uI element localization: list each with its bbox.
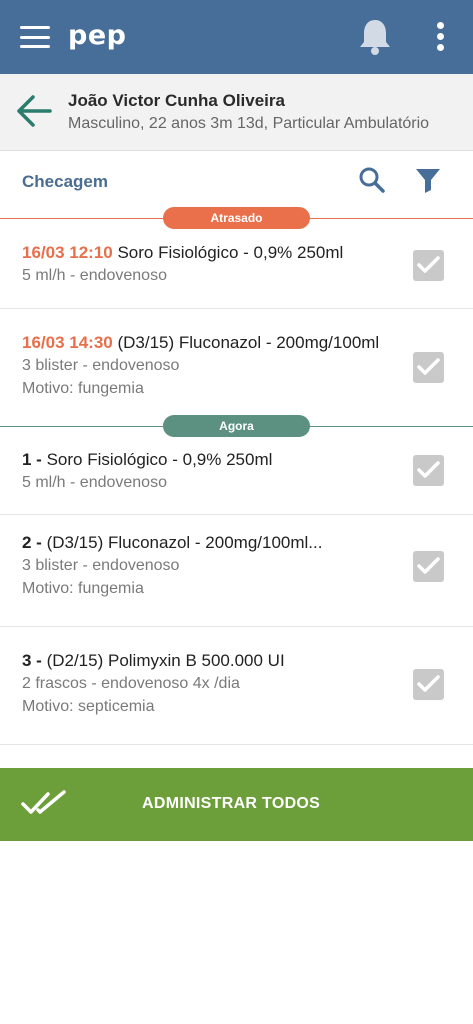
search-icon[interactable]: [358, 166, 386, 194]
item-time: 16/03 14:30: [22, 333, 113, 352]
double-check-icon: [20, 786, 68, 820]
administer-all-label[interactable]: ADMINISTRAR TODOS: [142, 795, 320, 813]
patient-name: João Victor Cunha Oliveira: [68, 91, 285, 110]
checkbox-icon[interactable]: [413, 551, 444, 582]
item-number: 3 -: [22, 651, 42, 670]
item-reason: Motivo: fungemia: [22, 380, 144, 397]
list-item[interactable]: 2 - (D3/15) Fluconazol - 200mg/100ml... …: [0, 515, 473, 627]
item-title: (D3/15) Fluconazol - 200mg/100ml...: [41, 533, 323, 552]
item-title: (D3/15) Fluconazol - 200mg/100ml: [112, 333, 380, 352]
item-reason: Motivo: fungemia: [22, 580, 144, 597]
bell-icon[interactable]: [358, 18, 392, 56]
app-title: pep: [68, 20, 127, 51]
list-item[interactable]: 1 - Soro Fisiológico - 0,9% 250ml 5 ml/h…: [0, 427, 473, 515]
patient-info: Masculino, 22 anos 3m 13d, Particular Am…: [68, 115, 430, 132]
item-detail: 2 frascos - endovenoso 4x /dia: [22, 675, 240, 692]
checkbox-icon[interactable]: [413, 352, 444, 383]
item-title: Soro Fisiológico - 0,9% 250ml: [41, 450, 273, 469]
menu-icon[interactable]: [20, 26, 50, 48]
checkbox-icon[interactable]: [413, 669, 444, 700]
item-title: Soro Fisiológico - 0,9% 250ml: [112, 243, 344, 262]
patient-header: [0, 74, 473, 151]
back-arrow-icon[interactable]: [16, 94, 52, 128]
item-title: (D2/15) Polimyxin B 500.000 UI: [41, 651, 285, 670]
checkbox-icon[interactable]: [413, 455, 444, 486]
item-detail: 5 ml/h - endovenoso: [22, 267, 167, 284]
list-item[interactable]: 3 - (D2/15) Polimyxin B 500.000 UI 2 fra…: [0, 627, 473, 745]
list-item[interactable]: 16/03 14:30 (D3/15) Fluconazol - 200mg/1…: [0, 309, 473, 426]
list-item[interactable]: 16/03 12:10 Soro Fisiológico - 0,9% 250m…: [0, 219, 473, 309]
item-detail: 3 blister - endovenoso: [22, 357, 180, 374]
item-number: 2 -: [22, 533, 42, 552]
more-icon[interactable]: [432, 22, 448, 54]
item-time: 16/03 12:10: [22, 243, 113, 262]
item-number: 1 -: [22, 450, 42, 469]
section-title: Checagem: [22, 172, 108, 191]
item-reason: Motivo: septicemia: [22, 698, 155, 715]
checkbox-icon[interactable]: [413, 250, 444, 281]
filter-icon[interactable]: [414, 166, 442, 194]
item-detail: 5 ml/h - endovenoso: [22, 474, 167, 491]
item-detail: 3 blister - endovenoso: [22, 557, 180, 574]
